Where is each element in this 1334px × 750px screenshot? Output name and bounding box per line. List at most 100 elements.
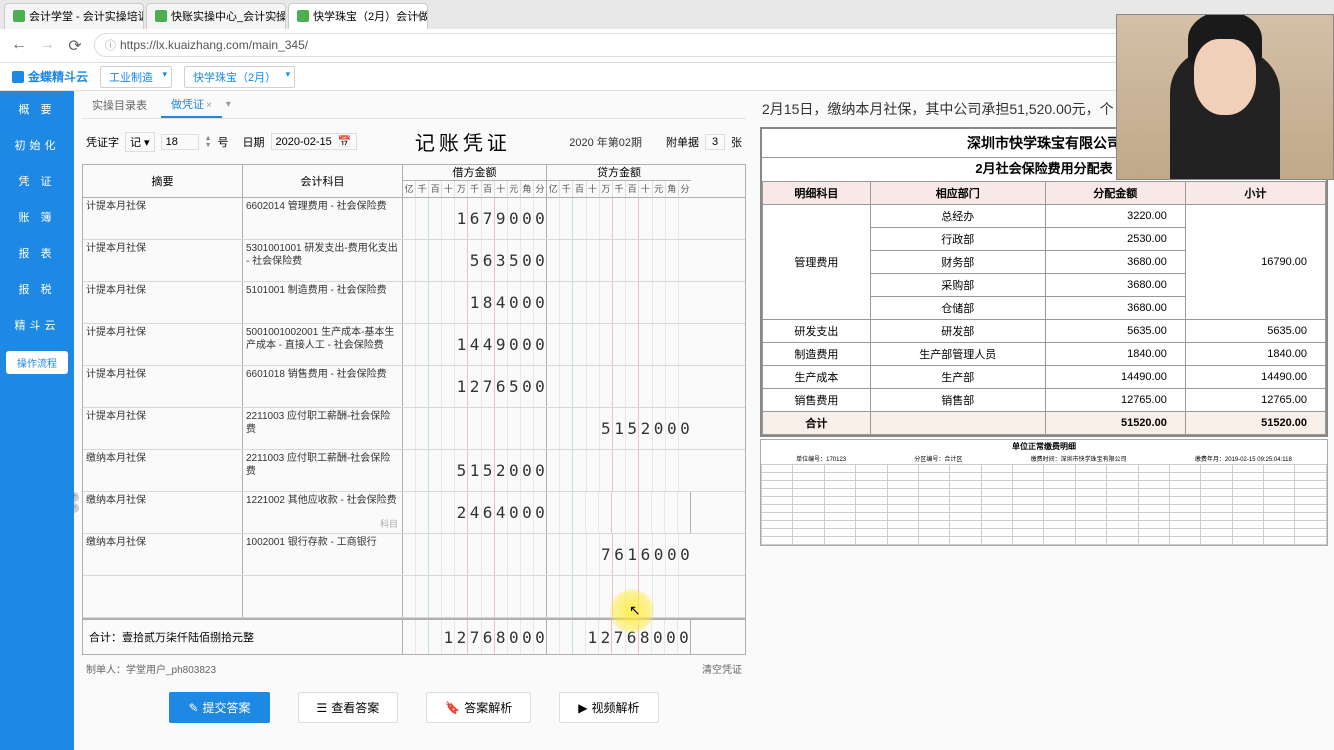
debit-cell[interactable]: 184000: [403, 282, 547, 323]
content-tabs: 实操目录表 做凭证× ▾: [82, 91, 746, 119]
table-row[interactable]: 缴纳本月社保1002001 银行存款 - 工商银行 7616000: [83, 534, 745, 576]
table-row-blank[interactable]: [83, 576, 745, 618]
debit-cell[interactable]: 5152000: [403, 450, 547, 491]
company-selector[interactable]: 快学珠宝（2月）: [184, 66, 295, 88]
list-icon: ☰: [317, 701, 328, 715]
report-row: 制造费用生产部管理人员1840.001840.00: [763, 343, 1326, 366]
summary-cell[interactable]: 缴纳本月社保: [83, 534, 243, 575]
close-icon[interactable]: ×: [206, 100, 212, 111]
table-row[interactable]: 计提本月社保6602014 管理费用 - 社会保险费1679000: [83, 198, 745, 240]
sidebar-item-voucher[interactable]: 凭 证: [0, 163, 74, 199]
report-header: 分配金额: [1045, 182, 1185, 205]
sidebar-item-init[interactable]: 初始化: [0, 127, 74, 163]
browser-tab-0[interactable]: 会计学堂 - 会计实操培训...×: [4, 3, 144, 29]
stepper-down-icon[interactable]: ▼: [205, 142, 212, 149]
subject-cell[interactable]: 5301001001 研发支出-费用化支出 - 社会保险费: [243, 240, 403, 281]
subject-cell[interactable]: 5101001 制造费用 - 社会保险费: [243, 282, 403, 323]
table-row[interactable]: 计提本月社保5101001 制造费用 - 社会保险费184000: [83, 282, 745, 324]
col-debit: 借方金额: [403, 165, 546, 181]
check-answer-button[interactable]: ☰查看答案: [298, 692, 399, 723]
video-button[interactable]: ▶视频解析: [559, 692, 658, 723]
credit-cell[interactable]: 5152000: [547, 408, 691, 449]
summary-cell[interactable]: 缴纳本月社保: [83, 450, 243, 491]
favicon-icon: [155, 10, 167, 22]
webcam-overlay: [1116, 14, 1334, 180]
sidebar-item-ledger[interactable]: 账 簿: [0, 199, 74, 235]
payment-detail-report: 单位正常缴费明细 单位编号：170123分区编号：合计区缴费时间：深圳市快学珠宝…: [760, 439, 1328, 546]
sidebar-item-cloud[interactable]: 精斗云: [0, 307, 74, 343]
subject-cell[interactable]: 2211003 应付职工薪酬-社会保险费: [243, 408, 403, 449]
add-row-icon[interactable]: +: [74, 492, 79, 502]
submit-button[interactable]: ✎提交答案: [169, 692, 269, 723]
debit-cell[interactable]: 1449000: [403, 324, 547, 365]
reference-panel: 2月15日，缴纳本月社保，其中公司承担51,520.00元，个 深圳市快学珠宝有…: [754, 91, 1334, 750]
browser-tab-1[interactable]: 快账实操中心_会计实操...×: [146, 3, 286, 29]
debit-cell[interactable]: [403, 408, 547, 449]
reload-button[interactable]: ⟳: [66, 36, 84, 54]
tab-voucher[interactable]: 做凭证×: [161, 92, 222, 118]
summary-cell[interactable]: 计提本月社保: [83, 366, 243, 407]
summary-cell[interactable]: 缴纳本月社保: [83, 492, 243, 533]
remove-row-icon[interactable]: −: [74, 503, 79, 513]
clear-voucher-link[interactable]: 清空凭证: [702, 661, 742, 676]
subject-cell[interactable]: 5001001002001 生产成本-基本生产成本 - 直接人工 - 社会保险费: [243, 324, 403, 365]
credit-cell[interactable]: [547, 198, 691, 239]
voucher-no-input[interactable]: 18: [161, 134, 199, 150]
sidebar-item-report[interactable]: 报 表: [0, 235, 74, 271]
close-icon[interactable]: ×: [415, 11, 421, 22]
voucher-word-select[interactable]: 记 ▾: [125, 132, 155, 152]
summary-cell[interactable]: 计提本月社保: [83, 240, 243, 281]
close-icon[interactable]: ×: [131, 11, 137, 22]
stepper-up-icon[interactable]: ▲: [205, 135, 212, 142]
subject-cell[interactable]: 6602014 管理费用 - 社会保险费: [243, 198, 403, 239]
credit-cell[interactable]: [547, 492, 691, 533]
summary-cell[interactable]: 计提本月社保: [83, 408, 243, 449]
close-icon[interactable]: ×: [273, 11, 279, 22]
back-button[interactable]: ←: [10, 36, 28, 54]
subject-cell[interactable]: 1221002 其他应收款 - 社会保险费科目: [243, 492, 403, 533]
subject-cell[interactable]: 1002001 银行存款 - 工商银行: [243, 534, 403, 575]
credit-cell[interactable]: 7616000: [547, 534, 691, 575]
credit-cell[interactable]: [547, 366, 691, 407]
credit-cell[interactable]: [547, 282, 691, 323]
table-row[interactable]: 计提本月社保5001001002001 生产成本-基本生产成本 - 直接人工 -…: [83, 324, 745, 366]
date-input[interactable]: 2020-02-15 📅: [271, 133, 357, 150]
debit-cell[interactable]: 563500: [403, 240, 547, 281]
debit-cell[interactable]: 1679000: [403, 198, 547, 239]
chevron-down-icon[interactable]: ▾: [226, 99, 231, 110]
summary-cell[interactable]: 计提本月社保: [83, 282, 243, 323]
voucher-word-label: 凭证字: [86, 134, 119, 150]
attach-input[interactable]: 3: [705, 134, 725, 150]
debit-cell[interactable]: 2464000: [403, 492, 547, 533]
sidebar-workflow-button[interactable]: 操作流程: [6, 351, 68, 374]
subject-cell[interactable]: 6601018 销售费用 - 社会保险费: [243, 366, 403, 407]
summary-cell[interactable]: 计提本月社保: [83, 324, 243, 365]
credit-cell[interactable]: [547, 450, 691, 491]
voucher-period: 2020 年第02期: [569, 134, 642, 150]
debit-cell[interactable]: 1276500: [403, 366, 547, 407]
summary-cell[interactable]: 计提本月社保: [83, 198, 243, 239]
industry-selector[interactable]: 工业制造: [100, 66, 172, 88]
debit-cell[interactable]: [403, 534, 547, 575]
table-row[interactable]: 缴纳本月社保1221002 其他应收款 - 社会保险费科目2464000+−: [83, 492, 745, 534]
sidebar-item-tax[interactable]: 报 税: [0, 271, 74, 307]
browser-tab-2[interactable]: 快学珠宝（2月）会计做...×: [288, 3, 428, 29]
tag-icon: 🔖: [445, 701, 460, 715]
sidebar-item-overview[interactable]: 概 要: [0, 91, 74, 127]
report-row: 生产成本生产部14490.0014490.00: [763, 366, 1326, 389]
subject-cell[interactable]: 2211003 应付职工薪酬-社会保险费: [243, 450, 403, 491]
voucher-table: 摘要 会计科目 借方金额 亿千百十万千百十元角分 贷方金额 亿千百十万千百十元角…: [82, 164, 746, 655]
favicon-icon: [297, 10, 309, 22]
logo-icon: [12, 71, 24, 83]
forward-button[interactable]: →: [38, 36, 56, 54]
explain-button[interactable]: 🔖答案解析: [426, 692, 531, 723]
table-row[interactable]: 缴纳本月社保2211003 应付职工薪酬-社会保险费5152000: [83, 450, 745, 492]
report-row: 研发支出研发部5635.005635.00: [763, 320, 1326, 343]
credit-cell[interactable]: [547, 324, 691, 365]
report-header: 小计: [1185, 182, 1325, 205]
table-row[interactable]: 计提本月社保5301001001 研发支出-费用化支出 - 社会保险费56350…: [83, 240, 745, 282]
tab-catalog[interactable]: 实操目录表: [82, 93, 157, 117]
credit-cell[interactable]: [547, 240, 691, 281]
table-row[interactable]: 计提本月社保2211003 应付职工薪酬-社会保险费 5152000: [83, 408, 745, 450]
table-row[interactable]: 计提本月社保6601018 销售费用 - 社会保险费1276500: [83, 366, 745, 408]
